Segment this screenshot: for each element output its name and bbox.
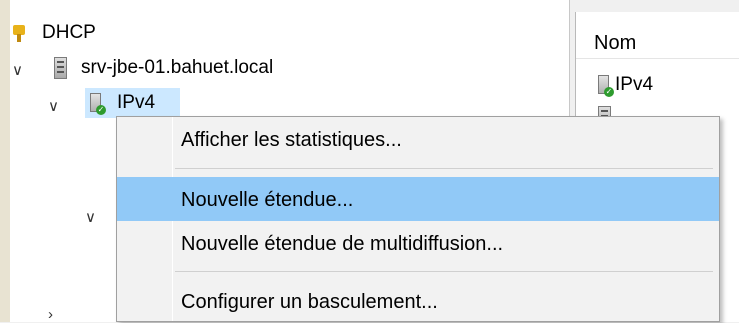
context-menu: Afficher les statistiques... Nouvelle ét… xyxy=(116,116,720,322)
tree-node-dhcp[interactable]: DHCP xyxy=(10,22,96,44)
tree-node-ipv4-label: IPv4 xyxy=(117,92,156,113)
column-header-name[interactable]: Nom xyxy=(576,12,739,59)
pane-top-border xyxy=(10,0,569,12)
tree-node-server[interactable]: srv-jbe-01.bahuet.local xyxy=(54,57,273,79)
chevron-right-icon[interactable]: › xyxy=(48,306,53,323)
server-icon xyxy=(54,57,67,79)
menu-item-configurer-basculement[interactable]: Configurer un basculement... xyxy=(117,279,719,323)
menu-item-nouvelle-etendue-multidiffusion[interactable]: Nouvelle étendue de multidiffusion... xyxy=(117,221,719,265)
menu-item-afficher-statistiques[interactable]: Afficher les statistiques... xyxy=(117,117,719,161)
tree-node-server-label: srv-jbe-01.bahuet.local xyxy=(81,57,274,78)
list-item[interactable]: ✓ IPv4 xyxy=(598,74,653,97)
chevron-down-icon[interactable]: ∨ xyxy=(12,61,23,79)
menu-separator xyxy=(175,168,713,169)
menu-separator xyxy=(175,271,713,272)
left-frame-strip xyxy=(0,0,10,322)
chevron-down-icon[interactable]: ∨ xyxy=(85,208,96,226)
dhcp-icon xyxy=(10,23,28,43)
menu-item-nouvelle-etendue[interactable]: Nouvelle étendue... xyxy=(117,177,719,221)
tree-node-dhcp-label: DHCP xyxy=(42,22,96,43)
tree-node-ipv4[interactable]: ✓ IPv4 xyxy=(90,92,156,115)
ipv4-server-icon: ✓ xyxy=(598,74,614,97)
chevron-down-icon[interactable]: ∨ xyxy=(48,97,59,115)
ipv4-server-icon: ✓ xyxy=(90,92,106,115)
